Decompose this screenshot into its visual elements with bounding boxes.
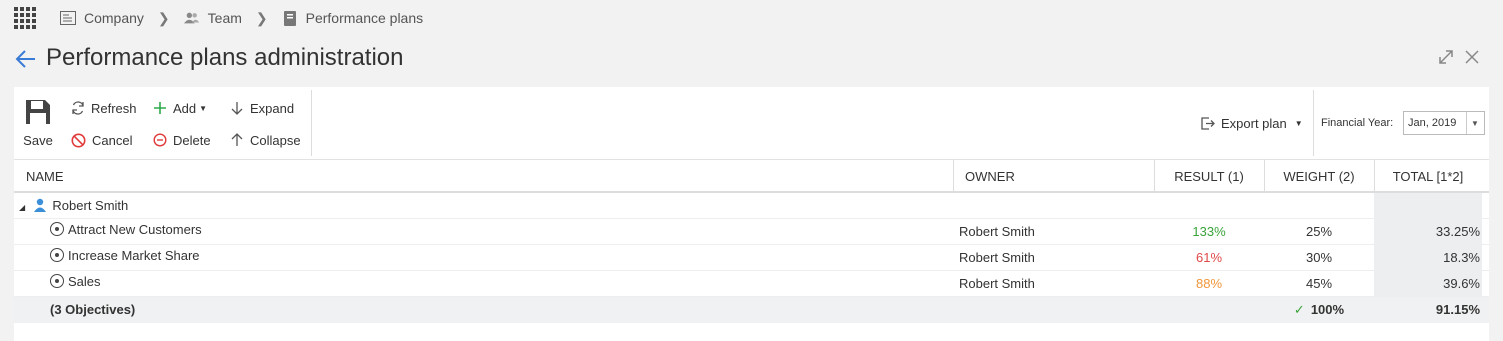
total-cell: 33.25% [1435, 224, 1480, 239]
table-row[interactable]: Increase Market Share Robert Smith 61% 3… [14, 245, 1489, 271]
refresh-button[interactable]: Refresh [71, 98, 137, 118]
table-row[interactable]: Attract New Customers Robert Smith 133% … [14, 219, 1489, 245]
column-divider [953, 160, 954, 193]
dropdown-arrow-icon[interactable]: ▼ [1466, 112, 1484, 134]
total-column-bg [1374, 193, 1482, 218]
save-label: Save [23, 133, 53, 148]
back-arrow-icon[interactable] [14, 48, 38, 70]
table-row[interactable]: Sales Robert Smith 88% 45% 39.6% [14, 271, 1489, 297]
main-panel: Save Refresh Cancel Add ▼ Delete Expand … [14, 87, 1489, 341]
target-icon [50, 274, 64, 288]
owner-cell: Robert Smith [959, 250, 1035, 265]
owner-cell: Robert Smith [959, 224, 1035, 239]
save-icon [26, 100, 50, 124]
group-name: Robert Smith [52, 198, 129, 213]
cancel-label: Cancel [92, 132, 133, 148]
column-header-result[interactable]: RESULT (1) [1154, 160, 1264, 193]
target-icon [50, 222, 64, 236]
breadcrumb-item-team[interactable]: Team [183, 10, 242, 26]
chevron-right-icon: ❯ [255, 9, 268, 26]
objective-name-text: Increase Market Share [68, 248, 200, 263]
target-icon [50, 248, 64, 262]
summary-label: (3 Objectives) [50, 302, 136, 317]
refresh-icon [72, 101, 84, 115]
add-label: Add [173, 100, 197, 116]
summary-weight-cell: ✓ 100% [1264, 297, 1374, 323]
total-cell: 18.3% [1443, 250, 1480, 265]
result-cell: 61% [1195, 250, 1223, 265]
collapse-triangle-icon[interactable]: ◢ [19, 203, 25, 212]
total-cell: 39.6% [1443, 276, 1480, 291]
arrow-up-icon [231, 133, 243, 146]
export-label: Export plan [1221, 115, 1287, 131]
breadcrumb-item-company[interactable]: Company [60, 10, 144, 26]
column-header-owner[interactable]: OWNER [965, 160, 1015, 193]
result-cell: 88% [1195, 276, 1223, 291]
breadcrumb-label-team: Team [207, 10, 242, 26]
financial-year-value: Jan, 2019 [1408, 117, 1457, 129]
financial-year-label: Financial Year: [1321, 117, 1394, 129]
maximize-icon[interactable] [1437, 48, 1455, 66]
weight-cell: 25% [1305, 224, 1333, 239]
cancel-icon [71, 133, 86, 147]
objective-name: Sales [50, 269, 101, 295]
owner-cell: Robert Smith [959, 276, 1035, 291]
objective-name: Attract New Customers [50, 217, 202, 243]
title-bar: Performance plans administration [0, 40, 1503, 80]
breadcrumb-label-company: Company [84, 10, 144, 26]
checkmark-icon: ✓ [1293, 302, 1305, 317]
summary-row: (3 Objectives) ✓ 100% 91.15% [14, 297, 1489, 323]
chevron-right-icon: ❯ [157, 9, 170, 26]
toolbar-divider [1313, 90, 1314, 156]
summary-weight: 100% [1310, 302, 1345, 317]
cancel-button[interactable]: Cancel [71, 130, 132, 150]
save-button[interactable]: Save [14, 97, 62, 157]
table-header: NAME OWNER RESULT (1) WEIGHT (2) TOTAL [… [14, 160, 1489, 193]
delete-icon [153, 133, 167, 147]
breadcrumb-label-performance-plans: Performance plans [305, 10, 424, 26]
toolbar: Save Refresh Cancel Add ▼ Delete Expand … [14, 87, 1489, 160]
document-icon [282, 10, 298, 26]
close-icon[interactable] [1463, 48, 1481, 66]
user-icon [33, 198, 46, 212]
objective-name-text: Sales [68, 274, 101, 289]
expand-button[interactable]: Expand [230, 98, 294, 118]
toolbar-divider [311, 90, 312, 156]
group-row[interactable]: ◢ Robert Smith [14, 193, 1489, 219]
add-button[interactable]: Add ▼ [153, 98, 207, 118]
refresh-label: Refresh [91, 100, 137, 116]
company-icon [60, 10, 76, 26]
weight-cell: 30% [1305, 250, 1333, 265]
export-plan-button[interactable]: Export plan ▼ [1200, 113, 1303, 133]
collapse-button[interactable]: Collapse [230, 130, 301, 150]
expand-label: Expand [250, 100, 295, 116]
plans-table: NAME OWNER RESULT (1) WEIGHT (2) TOTAL [… [14, 160, 1489, 323]
caret-down-icon: ▼ [199, 103, 208, 113]
collapse-label: Collapse [250, 132, 301, 148]
column-header-total[interactable]: TOTAL [1*2] [1374, 160, 1482, 193]
breadcrumb-item-performance-plans[interactable]: Performance plans [282, 10, 424, 26]
team-icon [183, 10, 200, 26]
objective-name-text: Attract New Customers [68, 222, 202, 237]
column-header-name[interactable]: NAME [26, 160, 64, 193]
column-header-weight[interactable]: WEIGHT (2) [1264, 160, 1374, 193]
caret-down-icon: ▼ [1294, 118, 1303, 128]
plus-icon [154, 102, 166, 114]
summary-total: 91.15% [1435, 302, 1480, 317]
page-title: Performance plans administration [46, 44, 404, 71]
group-cell: ◢ Robert Smith [19, 193, 128, 219]
weight-cell: 45% [1305, 276, 1333, 291]
result-cell: 133% [1192, 224, 1226, 239]
export-icon [1201, 116, 1215, 130]
objective-name: Increase Market Share [50, 243, 200, 269]
app-grid-icon[interactable] [14, 7, 36, 29]
delete-button[interactable]: Delete [153, 130, 211, 150]
financial-year-select[interactable]: Jan, 2019 ▼ [1403, 111, 1485, 135]
arrow-down-icon [231, 102, 243, 115]
delete-label: Delete [173, 132, 211, 148]
breadcrumb: Company ❯ Team ❯ Performance plans [0, 0, 1503, 36]
